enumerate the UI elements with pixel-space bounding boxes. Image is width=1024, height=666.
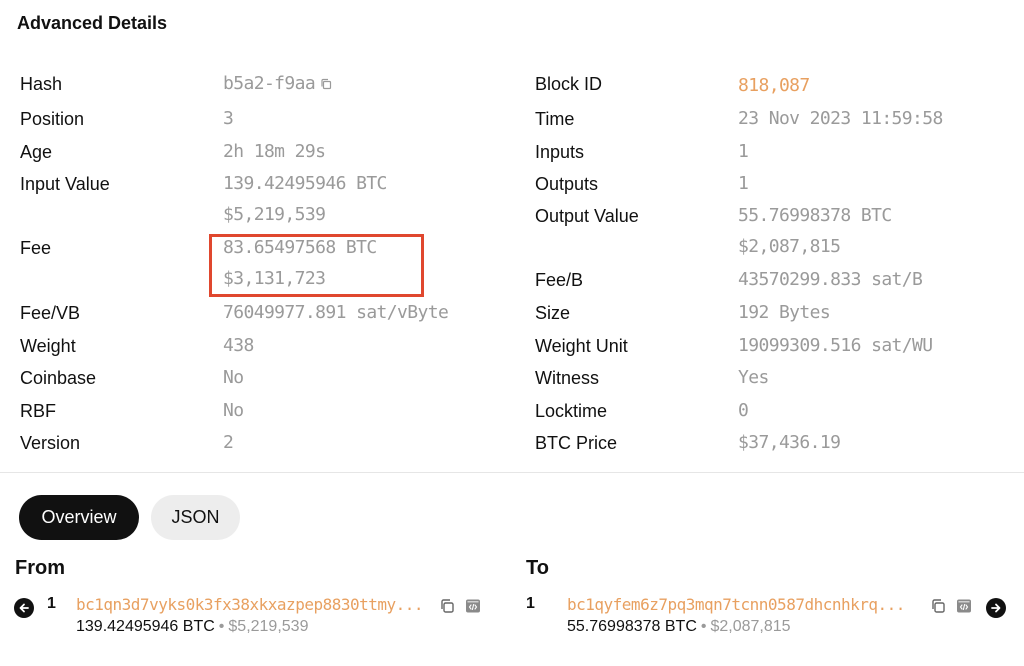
detail-label: Output Value — [535, 206, 639, 226]
detail-row-fee-b: Fee/B 43570299.833 sat/B — [535, 266, 1005, 294]
detail-row-fee-vb: Fee/VB 76049977.891 sat/vByte — [20, 299, 490, 327]
detail-value: 55.76998378 BTC — [738, 205, 892, 226]
detail-label: RBF — [20, 401, 56, 421]
separator: • — [218, 618, 225, 635]
detail-value: 3 — [223, 108, 234, 129]
detail-row-inputs: Inputs 1 — [535, 138, 1005, 166]
section-divider — [0, 472, 1024, 473]
detail-value-usd: $5,219,539 — [223, 204, 326, 225]
input-row: 1 bc1qn3d7vyks0k3fx38xkxazpep8830ttmy...… — [14, 594, 494, 644]
detail-value: 19099309.516 sat/WU — [738, 335, 933, 356]
detail-row-hash: Hash b5a2-f9aa — [20, 70, 490, 98]
detail-label: Fee — [20, 238, 52, 258]
detail-value: 76049977.891 sat/vByte — [223, 302, 449, 323]
detail-label: Inputs — [535, 142, 585, 162]
output-index: 1 — [526, 595, 535, 612]
detail-label: Fee/B — [535, 270, 584, 290]
detail-row-age: Age 2h 18m 29s — [20, 138, 490, 166]
detail-row-weight: Weight 438 — [20, 332, 490, 360]
detail-row-time: Time 23 Nov 2023 11:59:58 — [535, 105, 1005, 133]
detail-label: Position — [20, 109, 85, 129]
detail-value: 0 — [738, 400, 749, 421]
detail-label: BTC Price — [535, 433, 618, 453]
detail-value: 23 Nov 2023 11:59:58 — [738, 108, 943, 129]
copy-icon[interactable] — [320, 78, 332, 90]
amount-usd: $2,087,815 — [710, 618, 791, 635]
copy-icon[interactable] — [439, 598, 455, 614]
detail-value-usd: $2,087,815 — [738, 236, 841, 257]
detail-value: $37,436.19 — [738, 432, 841, 453]
code-icon[interactable] — [465, 598, 481, 614]
detail-label: Weight — [20, 336, 76, 356]
detail-row-input-value: Input Value 139.42495946 BTC — [20, 170, 490, 198]
detail-row-locktime: Locktime 0 — [535, 397, 1005, 425]
detail-value: 2 — [223, 432, 234, 453]
arrow-right-icon[interactable] — [986, 598, 1006, 618]
detail-row-size: Size 192 Bytes — [535, 299, 1005, 327]
detail-label: Input Value — [20, 174, 110, 194]
detail-value: 438 — [223, 335, 254, 356]
detail-row-input-value-usd: $5,219,539 — [20, 201, 490, 229]
output-address-link[interactable]: bc1qyfem6z7pq3mqn7tcnn0587dhcnhkrq... — [567, 595, 905, 614]
detail-label: Weight Unit — [535, 336, 628, 356]
detail-row-rbf: RBF No — [20, 397, 490, 425]
arrow-left-icon[interactable] — [14, 598, 34, 618]
output-row: 1 bc1qyfem6z7pq3mqn7tcnn0587dhcnhkrq... … — [526, 594, 1016, 644]
detail-label: Locktime — [535, 401, 608, 421]
detail-label: Time — [535, 109, 575, 129]
detail-row-coinbase: Coinbase No — [20, 364, 490, 392]
amount-usd: $5,219,539 — [228, 618, 309, 635]
input-address-link[interactable]: bc1qn3d7vyks0k3fx38xkxazpep8830ttmy... — [76, 595, 424, 614]
amount-btc: 55.76998378 BTC — [567, 618, 697, 635]
from-heading: From — [15, 557, 65, 579]
detail-label: Outputs — [535, 174, 599, 194]
detail-label: Size — [535, 303, 571, 323]
copy-icon[interactable] — [930, 598, 946, 614]
code-icon[interactable] — [956, 598, 972, 614]
detail-row-output-value-usd: $2,087,815 — [535, 233, 1005, 261]
detail-value: 192 Bytes — [738, 302, 831, 323]
tab-json[interactable]: JSON — [151, 495, 240, 540]
detail-row-witness: Witness Yes — [535, 364, 1005, 392]
detail-label: Version — [20, 433, 81, 453]
hash-value: b5a2-f9aa — [223, 70, 332, 98]
separator: • — [700, 618, 707, 635]
detail-value: 43570299.833 sat/B — [738, 269, 923, 290]
input-index: 1 — [47, 595, 56, 612]
output-amount: 55.76998378 BTC • $2,087,815 — [567, 618, 791, 636]
block-id-link[interactable]: 818,087 — [738, 72, 810, 100]
detail-label: Age — [20, 142, 53, 162]
detail-value: No — [223, 367, 244, 388]
to-heading: To — [526, 557, 549, 579]
fee-highlight-box — [209, 234, 424, 297]
detail-value: No — [223, 400, 244, 421]
detail-value: 1 — [738, 141, 749, 162]
detail-value: 2h 18m 29s — [223, 141, 326, 162]
page-title: Advanced Details — [17, 13, 168, 33]
amount-btc: 139.42495946 BTC — [76, 618, 215, 635]
detail-label: Block ID — [535, 74, 603, 94]
detail-row-btc-price: BTC Price $37,436.19 — [535, 429, 1005, 457]
detail-value: 139.42495946 BTC — [223, 173, 387, 194]
tab-overview[interactable]: Overview — [19, 495, 139, 540]
detail-label: Witness — [535, 368, 600, 388]
hash-text: b5a2-f9aa — [223, 73, 316, 94]
detail-label: Hash — [20, 74, 63, 94]
detail-value: 1 — [738, 173, 749, 194]
detail-label: Coinbase — [20, 368, 97, 388]
detail-row-version: Version 2 — [20, 429, 490, 457]
detail-row-block-id: Block ID 818,087 — [535, 70, 1005, 98]
detail-label: Fee/VB — [20, 303, 81, 323]
detail-value: Yes — [738, 367, 769, 388]
detail-row-position: Position 3 — [20, 105, 490, 133]
detail-row-output-value: Output Value 55.76998378 BTC — [535, 202, 1005, 230]
input-amount: 139.42495946 BTC • $5,219,539 — [76, 618, 308, 636]
detail-row-outputs: Outputs 1 — [535, 170, 1005, 198]
detail-row-weight-unit: Weight Unit 19099309.516 sat/WU — [535, 332, 1005, 360]
